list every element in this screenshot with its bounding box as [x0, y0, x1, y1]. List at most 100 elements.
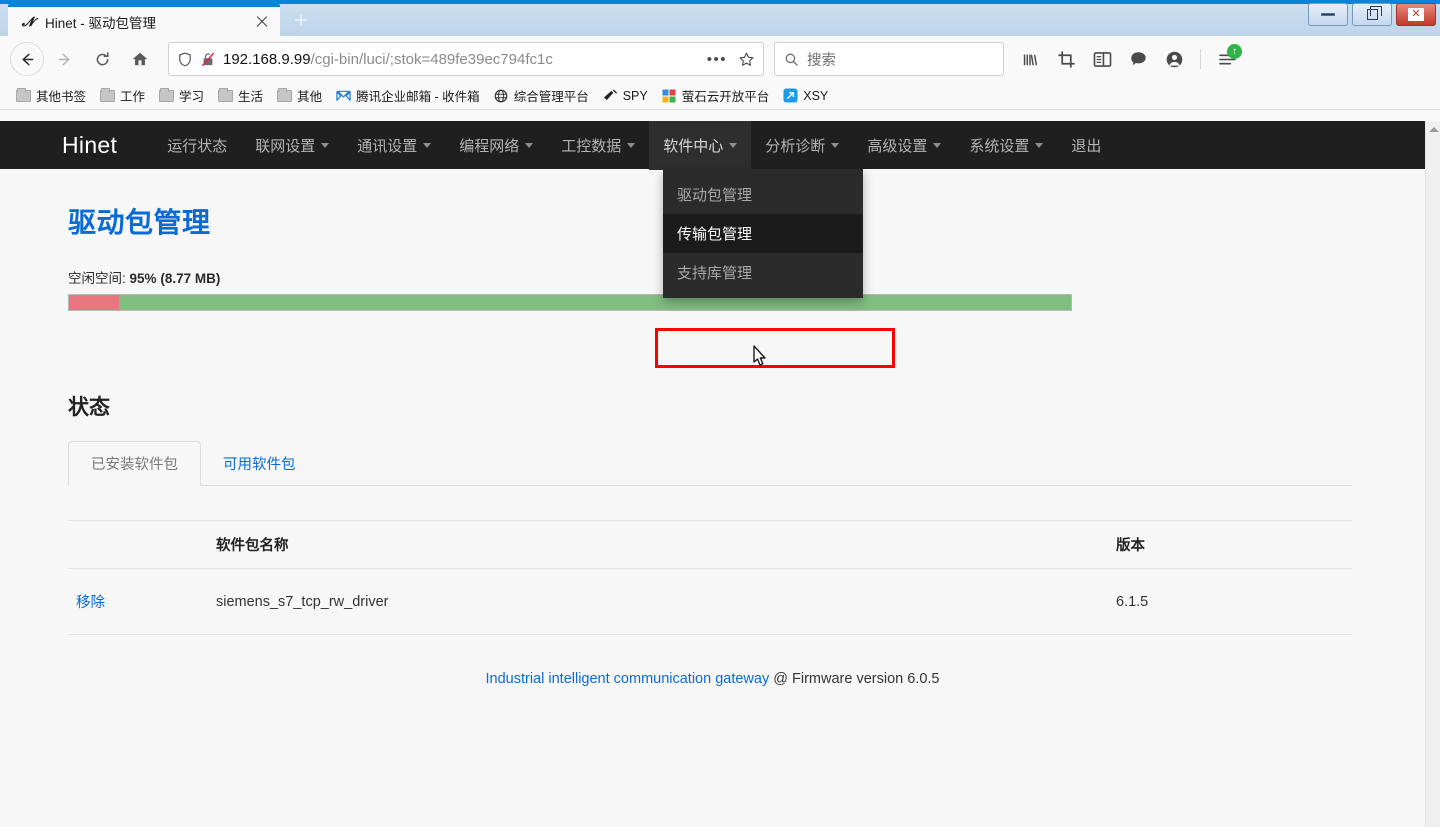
free-space-size: (8.77 MB)	[160, 271, 220, 286]
folder-icon	[159, 90, 174, 102]
chevron-down-icon	[525, 143, 533, 148]
chevron-down-icon	[933, 143, 941, 148]
page-viewport: Hinet 运行状态 联网设置 通讯设置 编程网络 工控数据 软件中心 分析诊断…	[0, 121, 1440, 827]
dropdown-item-transfer-package[interactable]: 传输包管理	[663, 214, 863, 253]
star-icon[interactable]	[738, 51, 755, 68]
nav-label: 高级设置	[867, 135, 927, 156]
bookmark-label: 其他	[297, 86, 322, 105]
table-row: 移除 siemens_s7_tcp_rw_driver 6.1.5	[68, 569, 1352, 635]
cell-package-name: siemens_s7_tcp_rw_driver	[208, 569, 1108, 635]
dropdown-item-support-library[interactable]: 支持库管理	[663, 253, 863, 292]
screenshot-icon[interactable]	[1050, 43, 1082, 75]
bookmark-ezviz[interactable]: 萤石云开放平台	[656, 84, 776, 107]
bookmark-study[interactable]: 学习	[153, 84, 210, 107]
folder-icon	[277, 90, 292, 102]
status-heading: 状态	[68, 391, 1357, 421]
globe-icon	[494, 88, 509, 103]
home-icon	[131, 50, 149, 68]
nav-item-industrial-data[interactable]: 工控数据	[547, 121, 649, 170]
bookmarks-bar: 其他书签 工作 学习 生活 其他 腾讯企业邮箱 - 收件箱 综合管理平台 SPY…	[0, 82, 1440, 110]
nav-item-advanced-settings[interactable]: 高级设置	[853, 121, 955, 170]
forward-button[interactable]	[46, 43, 82, 75]
progress-free-segment	[119, 295, 1071, 310]
remove-link[interactable]: 移除	[76, 595, 105, 611]
dropdown-item-driver-package[interactable]: 驱动包管理	[663, 175, 863, 214]
nav-item-system-settings[interactable]: 系统设置	[955, 121, 1057, 170]
nav-label: 联网设置	[255, 135, 315, 156]
nav-item-running-status[interactable]: 运行状态	[153, 121, 241, 170]
chevron-down-icon	[1035, 143, 1043, 148]
reload-button[interactable]	[84, 43, 120, 75]
free-space-progress-bar	[68, 294, 1072, 311]
nav-item-comm-settings[interactable]: 通讯设置	[343, 121, 445, 170]
chevron-down-icon	[423, 143, 431, 148]
home-button[interactable]	[122, 43, 158, 75]
url-text: 192.168.9.99/cgi-bin/luci/;stok=489fe39e…	[223, 51, 696, 68]
hinet-favicon-icon: 𝓝	[20, 14, 36, 30]
new-tab-button[interactable]: +	[284, 6, 318, 36]
hinet-page: Hinet 运行状态 联网设置 通讯设置 编程网络 工控数据 软件中心 分析诊断…	[0, 121, 1425, 827]
browser-toolbar: 192.168.9.99/cgi-bin/luci/;stok=489fe39e…	[0, 36, 1440, 82]
nav-label: 退出	[1071, 135, 1101, 156]
bookmark-other[interactable]: 其他	[271, 84, 328, 107]
url-host: 192.168.9.99	[223, 51, 311, 68]
search-icon	[784, 52, 799, 67]
search-bar[interactable]: 搜索	[774, 42, 1004, 76]
nav-label: 运行状态	[167, 135, 227, 156]
account-icon[interactable]	[1158, 43, 1190, 75]
minimize-button[interactable]	[1308, 3, 1348, 26]
folder-icon	[100, 90, 115, 102]
bookmark-life[interactable]: 生活	[212, 84, 269, 107]
nav-item-logout[interactable]: 退出	[1057, 121, 1115, 170]
tab-title: Hinet - 驱动包管理	[45, 12, 252, 32]
nav-item-analysis-diagnostics[interactable]: 分析诊断	[751, 121, 853, 170]
restore-button[interactable]	[1352, 3, 1392, 26]
tab-installed-packages[interactable]: 已安装软件包	[68, 441, 201, 486]
page-actions-button[interactable]: •••	[703, 51, 731, 68]
progress-used-segment	[69, 295, 119, 310]
nav-label: 编程网络	[459, 135, 519, 156]
bookmark-management-platform[interactable]: 综合管理平台	[488, 84, 595, 107]
sidebar-icon[interactable]	[1086, 43, 1118, 75]
cell-action: 移除	[68, 569, 208, 635]
column-package-name: 软件包名称	[208, 521, 1108, 569]
close-window-icon: ✕	[1408, 8, 1424, 21]
bookmark-other-bookmarks[interactable]: 其他书签	[10, 84, 92, 107]
package-tabs: 已安装软件包 可用软件包	[68, 441, 1352, 486]
back-button[interactable]	[10, 42, 44, 76]
footer-link[interactable]: Industrial intelligent communication gat…	[486, 671, 770, 687]
page-footer: Industrial intelligent communication gat…	[68, 671, 1357, 687]
restore-icon	[1367, 9, 1378, 20]
scroll-up-icon[interactable]	[1426, 121, 1440, 137]
site-navbar: Hinet 运行状态 联网设置 通讯设置 编程网络 工控数据 软件中心 分析诊断…	[0, 121, 1425, 169]
page-scrollbar[interactable]	[1425, 121, 1440, 827]
bookmark-work[interactable]: 工作	[94, 84, 151, 107]
bookmark-label: 工作	[120, 86, 145, 105]
bookmark-label: XSY	[803, 89, 828, 103]
close-icon[interactable]	[252, 12, 272, 32]
xsy-icon	[783, 88, 798, 103]
tab-available-packages[interactable]: 可用软件包	[201, 442, 318, 485]
address-bar[interactable]: 192.168.9.99/cgi-bin/luci/;stok=489fe39e…	[168, 42, 764, 76]
browser-tab[interactable]: 𝓝 Hinet - 驱动包管理	[8, 4, 280, 36]
search-input[interactable]: 搜索	[807, 49, 836, 70]
bookmark-label: 学习	[179, 86, 204, 105]
bookmark-spy[interactable]: SPY	[597, 86, 654, 105]
close-window-button[interactable]: ✕	[1396, 3, 1436, 26]
bookmark-xsy[interactable]: XSY	[777, 86, 834, 105]
toolbar-icons: ↑	[1014, 43, 1243, 75]
free-space-text: 空闲空间:	[68, 271, 126, 286]
nav-item-network-settings[interactable]: 联网设置	[241, 121, 343, 170]
chevron-down-icon	[627, 143, 635, 148]
pocket-icon[interactable]	[1122, 43, 1154, 75]
bookmark-label: 综合管理平台	[514, 86, 589, 105]
menu-icon[interactable]: ↑	[1211, 43, 1243, 75]
nav-item-programming-network[interactable]: 编程网络	[445, 121, 547, 170]
library-icon[interactable]	[1014, 43, 1046, 75]
bookmark-tencent-mail[interactable]: 腾讯企业邮箱 - 收件箱	[330, 84, 486, 107]
reload-icon	[94, 51, 111, 68]
broken-lock-icon[interactable]	[200, 51, 216, 68]
nav-item-software-center[interactable]: 软件中心	[649, 121, 751, 170]
bookmark-label: 其他书签	[36, 86, 86, 105]
site-brand[interactable]: Hinet	[62, 132, 117, 159]
